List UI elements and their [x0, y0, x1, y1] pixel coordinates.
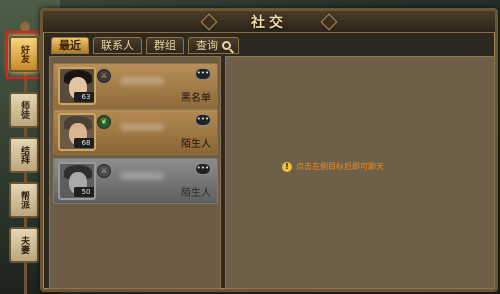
relation-tag: 陌生人: [181, 188, 211, 199]
title-bar: 社交: [43, 11, 495, 33]
tutorial-highlight-box: [6, 31, 42, 79]
more-options-button[interactable]: •••: [195, 68, 211, 80]
level-badge: 50: [74, 187, 94, 197]
relation-tag: 黑名单: [181, 93, 211, 104]
avatar: 50: [58, 162, 96, 200]
window-title: 社交: [251, 15, 287, 31]
contact-list: 63 ⚔ ••• 黑名单 68 ❦ ••• 陌生人 50 ⚔ ••• 陌生人: [49, 56, 221, 289]
contact-row[interactable]: 50 ⚔ ••• 陌生人: [53, 158, 218, 204]
tab-search-label: 查询: [196, 39, 218, 52]
more-options-button[interactable]: •••: [195, 163, 211, 175]
level-badge: 63: [74, 92, 94, 102]
chat-tip: ! 点击左侧目标后即可聊天: [282, 161, 384, 172]
tab-contacts[interactable]: 联系人: [93, 37, 142, 54]
level-badge: 68: [74, 138, 94, 148]
tab-bar: 最近 联系人 群组 查询: [51, 37, 239, 54]
tab-contacts-label: 联系人: [101, 39, 134, 52]
player-name-blurred: [120, 123, 164, 131]
alert-icon: !: [282, 161, 292, 172]
social-window: 社交 最近 联系人 群组 查询 63 ⚔ ••• 黑名单 68 ❦ ••• 陌生…: [40, 8, 498, 292]
tab-groups[interactable]: 群组: [146, 37, 184, 54]
contact-row[interactable]: 68 ❦ ••• 陌生人: [53, 109, 218, 155]
avatar: 63: [58, 67, 96, 105]
tab-groups-label: 群组: [154, 39, 176, 52]
tab-recent[interactable]: 最近: [51, 37, 89, 54]
sword-icon: ⚔: [97, 164, 111, 178]
sword-icon: ⚔: [97, 69, 111, 83]
tab-recent-label: 最近: [59, 39, 81, 52]
avatar: 68: [58, 113, 96, 151]
contact-row[interactable]: 63 ⚔ ••• 黑名单: [53, 63, 218, 109]
leaf-icon: ❦: [97, 115, 111, 129]
chat-panel: ! 点击左侧目标后即可聊天: [225, 56, 495, 289]
side-nav-master[interactable]: 师徒: [9, 92, 39, 128]
player-name-blurred: [120, 172, 164, 180]
side-nav-sworn[interactable]: 结拜: [9, 137, 39, 173]
tab-search[interactable]: 查询: [188, 37, 239, 54]
relation-tag: 陌生人: [181, 139, 211, 150]
side-nav-spouse[interactable]: 夫妻: [9, 227, 39, 263]
side-nav-guild[interactable]: 帮派: [9, 182, 39, 218]
player-name-blurred: [120, 77, 164, 85]
chat-tip-text: 点击左侧目标后即可聊天: [296, 162, 384, 171]
more-options-button[interactable]: •••: [195, 114, 211, 126]
search-icon: [222, 41, 231, 50]
